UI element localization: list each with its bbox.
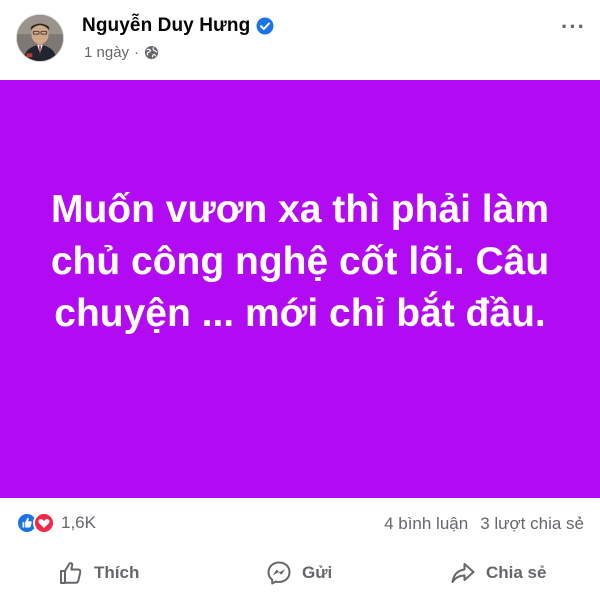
send-button[interactable]: Gửi: [266, 560, 332, 586]
post-meta: 1 ngày ·: [84, 44, 159, 61]
like-button[interactable]: Thích: [58, 560, 139, 586]
reaction-count: 1,6K: [61, 513, 96, 532]
messenger-icon: [267, 561, 291, 585]
post-text: Muốn vươn xa thì phải làm chủ công nghệ …: [50, 188, 550, 335]
engagement-counts: 4 bình luận 3 lượt chia sẻ: [384, 514, 584, 534]
post-time[interactable]: 1 ngày: [84, 44, 129, 61]
post-stats: 1,6K 4 bình luận 3 lượt chia sẻ: [0, 498, 600, 550]
post-actions: Thích Gửi Chia sẻ: [0, 550, 600, 600]
like-label: Thích: [94, 563, 140, 582]
comment-count[interactable]: 4 bình luận: [384, 514, 468, 534]
author-avatar[interactable]: [16, 14, 64, 62]
heart-icon: [33, 512, 55, 534]
send-label: Gửi: [302, 563, 333, 582]
author-name-row: Nguyễn Duy Hưng: [82, 15, 274, 37]
post-header: Nguyễn Duy Hưng 1 ngày · ···: [0, 0, 600, 80]
author-name[interactable]: Nguyễn Duy Hưng: [82, 15, 250, 37]
meta-separator: ·: [134, 44, 140, 61]
share-arrow-icon: [451, 563, 475, 583]
post-content-card: Muốn vươn xa thì phải làm chủ công nghệ …: [0, 80, 600, 498]
thumbs-up-outline-icon: [60, 562, 82, 584]
globe-icon[interactable]: [144, 45, 159, 60]
share-count[interactable]: 3 lượt chia sẻ: [480, 514, 584, 534]
share-button[interactable]: Chia sẻ: [450, 560, 546, 586]
share-label: Chia sẻ: [486, 563, 547, 582]
verified-badge-icon: [256, 17, 274, 35]
more-options-icon[interactable]: ···: [561, 14, 586, 40]
reactions-summary[interactable]: 1,6K: [16, 512, 96, 534]
